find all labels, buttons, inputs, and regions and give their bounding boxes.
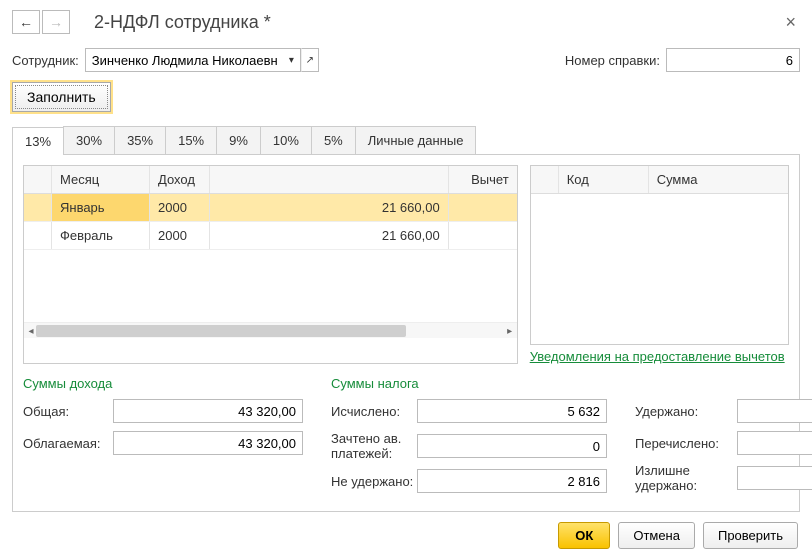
total-income-label: Общая: [23, 404, 113, 419]
tab-35[interactable]: 35% [114, 126, 166, 154]
page-title: 2-НДФЛ сотрудника * [94, 12, 781, 33]
cell-month: Февраль [52, 222, 150, 249]
income-grid[interactable]: Месяц Доход Вычет Январь 2000 21 660,00 [23, 165, 518, 364]
tax-calc-label: Исчислено: [331, 404, 417, 419]
grid-header-blank [24, 166, 52, 193]
arrow-left-icon: ← [19, 14, 33, 30]
scroll-right-icon: ▸ [503, 323, 517, 339]
horizontal-scrollbar[interactable]: ◂ ▸ [24, 322, 517, 338]
fill-button[interactable]: Заполнить [12, 82, 111, 112]
arrow-right-icon: → [49, 14, 63, 30]
tax-transferred-input[interactable] [737, 431, 812, 455]
tab-30[interactable]: 30% [63, 126, 115, 154]
grid-header-sum: Сумма [649, 166, 788, 193]
cell-code: 2000 [150, 222, 210, 249]
nav-forward-button[interactable]: → [42, 10, 70, 34]
nav-back-button[interactable]: ← [12, 10, 40, 34]
taxable-income-label: Облагаемая: [23, 436, 113, 451]
grid-header-code: Код [559, 166, 649, 193]
tax-adv-label: Зачтено ав. платежей: [331, 431, 417, 461]
cell-deduction [449, 222, 517, 249]
deductions-link[interactable]: Уведомления на предоставление вычетов [530, 349, 789, 364]
tab-5[interactable]: 5% [311, 126, 356, 154]
tab-10[interactable]: 10% [260, 126, 312, 154]
table-row[interactable]: Февраль 2000 21 660,00 [24, 222, 517, 250]
deductions-grid[interactable]: Код Сумма [530, 165, 789, 345]
tax-transferred-label: Перечислено: [635, 436, 737, 451]
employee-dropdown-button[interactable]: ▾ [283, 48, 301, 72]
taxable-income-input[interactable] [113, 431, 303, 455]
tab-personal[interactable]: Личные данные [355, 126, 477, 154]
cell-amount: 21 660,00 [210, 194, 449, 221]
tab-15[interactable]: 15% [165, 126, 217, 154]
tabs: 13% 30% 35% 15% 9% 10% 5% Личные данные [12, 126, 800, 155]
employee-open-button[interactable]: ↗ [301, 48, 319, 72]
tax-withheld-input[interactable] [737, 399, 812, 423]
tax-adv-input[interactable] [417, 434, 607, 458]
open-external-icon: ↗ [306, 55, 314, 66]
ref-number-input[interactable] [666, 48, 800, 72]
tax-summary-title: Суммы налога [331, 376, 607, 391]
tax-calc-input[interactable] [417, 399, 607, 423]
ref-number-label: Номер справки: [565, 53, 660, 68]
cell-month: Январь [52, 194, 150, 221]
table-row[interactable]: Январь 2000 21 660,00 [24, 194, 517, 222]
grid-header-deduction: Вычет [449, 166, 517, 193]
ok-button[interactable]: ОК [558, 522, 610, 549]
employee-input[interactable] [85, 48, 283, 72]
cancel-button[interactable]: Отмена [618, 522, 695, 549]
cell-code: 2000 [150, 194, 210, 221]
grid-header-income: Доход [150, 166, 210, 193]
tab-13[interactable]: 13% [12, 127, 64, 155]
tax-withheld-label: Удержано: [635, 404, 737, 419]
grid-header-month: Месяц [52, 166, 150, 193]
employee-label: Сотрудник: [12, 53, 79, 68]
tax-notwithheld-label: Не удержано: [331, 474, 417, 489]
tab-9[interactable]: 9% [216, 126, 261, 154]
scroll-thumb[interactable] [36, 325, 406, 337]
cell-amount: 21 660,00 [210, 222, 449, 249]
grid-header-income-val [210, 166, 449, 193]
tax-notwithheld-input[interactable] [417, 469, 607, 493]
check-button[interactable]: Проверить [703, 522, 798, 549]
cell-deduction [449, 194, 517, 221]
close-icon[interactable]: × [781, 12, 800, 33]
chevron-down-icon: ▾ [289, 55, 294, 66]
tax-excess-label: Излишне удержано: [635, 463, 737, 493]
titlebar: ← → 2-НДФЛ сотрудника * × [12, 10, 800, 34]
tax-excess-input[interactable] [737, 466, 812, 490]
income-summary-title: Суммы дохода [23, 376, 303, 391]
total-income-input[interactable] [113, 399, 303, 423]
grid-header-blank [531, 166, 559, 193]
